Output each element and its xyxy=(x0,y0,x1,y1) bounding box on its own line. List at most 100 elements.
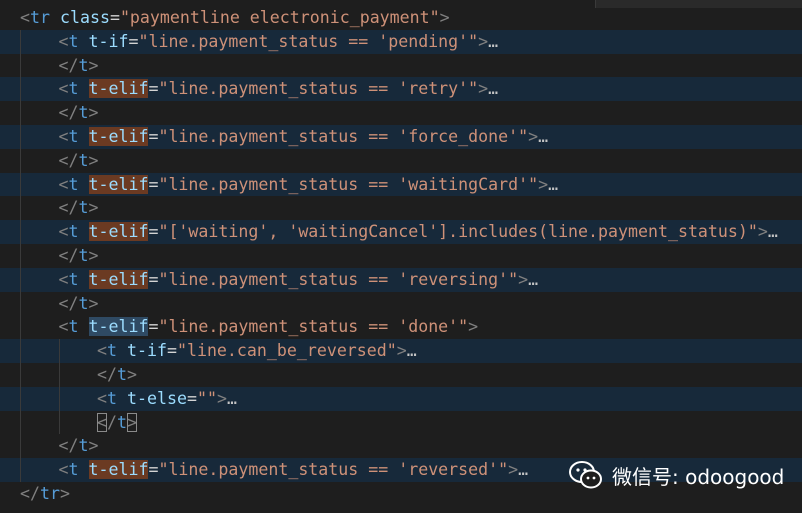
code-token: < xyxy=(20,8,30,27)
code-token: > xyxy=(538,174,549,194)
code-token: </ xyxy=(58,293,79,313)
fold-ellipsis-icon[interactable]: … xyxy=(488,32,498,51)
fold-ellipsis-icon[interactable]: … xyxy=(528,270,538,289)
code-token: < xyxy=(58,222,69,242)
attribute-token: t-elif xyxy=(88,174,149,194)
indent-guide xyxy=(20,434,21,459)
attribute-token: t-else xyxy=(127,388,187,408)
code-token: > xyxy=(439,8,450,27)
code-line[interactable]: </t> xyxy=(0,244,802,268)
code-token: > xyxy=(88,55,99,75)
code-token: > xyxy=(528,127,539,146)
code-token: > xyxy=(518,269,529,289)
code-token: = xyxy=(166,341,177,361)
code-token: = xyxy=(148,317,159,337)
indent-guide xyxy=(20,458,21,482)
string-token: "line.payment_status == 'force_done'" xyxy=(158,127,529,146)
fold-ellipsis-icon[interactable]: … xyxy=(548,175,558,194)
code-token: > xyxy=(508,460,519,480)
code-line[interactable]: <t t-if="line.can_be_reversed">… xyxy=(0,339,802,363)
tag-name-token: t xyxy=(78,55,89,75)
code-token: </ xyxy=(58,198,79,218)
code-line[interactable]: <t t-elif="line.payment_status == 'rever… xyxy=(0,267,802,292)
code-token: > xyxy=(478,31,489,51)
code-token: = xyxy=(148,269,159,289)
fold-ellipsis-icon[interactable]: … xyxy=(488,79,498,98)
code-line[interactable]: <t t-if="line.payment_status == 'pending… xyxy=(0,29,802,54)
code-text: </t> xyxy=(59,244,99,268)
watermark-text: 微信号: odoogood xyxy=(612,464,785,489)
string-token: "line.payment_status == 'retry'" xyxy=(158,79,479,99)
code-text: <t t-elif="line.payment_status == 'retry… xyxy=(58,77,498,101)
string-token: "line.payment_status == 'reversing'" xyxy=(158,269,519,289)
code-line[interactable]: </t> xyxy=(0,196,802,221)
string-token: "['waiting', 'waitingCancel'].includes(l… xyxy=(158,222,758,242)
indent-guide xyxy=(20,363,21,387)
fold-ellipsis-icon[interactable]: … xyxy=(227,389,237,408)
tag-name-token: t xyxy=(68,127,79,146)
code-editor[interactable]: <tr class="paymentline electronic_paymen… xyxy=(0,0,802,513)
code-text: </t> xyxy=(97,411,137,435)
indent-guide xyxy=(20,267,21,292)
fold-ellipsis-icon[interactable]: … xyxy=(538,127,548,146)
code-line[interactable]: </t> xyxy=(0,101,802,125)
code-line[interactable]: </t> xyxy=(0,434,802,459)
fold-ellipsis-icon[interactable]: … xyxy=(768,222,778,241)
code-text: <t t-elif="line.payment_status == 'rever… xyxy=(58,268,538,292)
code-line[interactable]: <tr class="paymentline electronic_paymen… xyxy=(0,6,802,30)
string-token: "line.payment_status == 'done'" xyxy=(158,317,469,337)
indent-guide xyxy=(20,77,21,102)
code-text: </t> xyxy=(59,101,99,125)
indent-guide xyxy=(20,220,21,244)
code-token: = xyxy=(148,174,159,194)
code-token: </ xyxy=(58,55,79,75)
attribute-token: t-elif xyxy=(88,460,149,480)
tag-name-token: t xyxy=(78,103,89,123)
code-token: < xyxy=(97,388,107,408)
code-token: < xyxy=(58,269,69,289)
fold-ellipsis-icon[interactable]: … xyxy=(407,341,417,360)
code-text: <t t-elif="line.payment_status == 'waiti… xyxy=(59,173,558,197)
code-token: = xyxy=(148,127,159,146)
code-text: </t> xyxy=(97,363,137,387)
code-token: / xyxy=(107,412,117,432)
code-token: = xyxy=(148,460,159,480)
string-token: "" xyxy=(196,388,217,408)
code-line[interactable]: </t> xyxy=(0,291,802,316)
code-token: > xyxy=(59,484,70,503)
code-line[interactable]: <t t-elif="['waiting', 'waitingCancel'].… xyxy=(0,220,802,244)
code-line[interactable]: <t t-elif="line.payment_status == 'waiti… xyxy=(0,172,802,197)
tag-name-token: t xyxy=(68,174,79,194)
code-token: < xyxy=(58,79,69,99)
attribute-token: t-elif xyxy=(88,79,149,99)
code-line[interactable]: <t t-elif="line.payment_status == 'done'… xyxy=(0,315,802,340)
code-token: < xyxy=(58,31,69,51)
tag-name-token: t xyxy=(68,31,79,51)
attribute-token: t-if xyxy=(88,31,129,51)
code-token: = xyxy=(109,8,120,27)
tag-name-token: t xyxy=(68,460,79,480)
tag-name-token: t xyxy=(68,269,79,289)
fold-ellipsis-icon[interactable]: … xyxy=(518,460,528,479)
code-token: < xyxy=(58,127,69,146)
code-line[interactable]: </t> xyxy=(0,148,802,173)
code-text: </t> xyxy=(59,149,99,173)
code-line[interactable]: <t t-elif="line.payment_status == 'retry… xyxy=(0,77,802,102)
wechat-icon xyxy=(569,461,602,489)
code-token: > xyxy=(126,365,137,384)
code-line[interactable]: </t> xyxy=(0,410,802,435)
indent-guide xyxy=(20,101,21,125)
code-text: <tr class="paymentline electronic_paymen… xyxy=(20,6,450,30)
code-line[interactable]: </t> xyxy=(0,363,802,387)
code-token: = xyxy=(148,79,159,99)
code-line[interactable]: <t t-else="">… xyxy=(0,386,802,411)
tag-name-token: t xyxy=(117,412,127,432)
tag-name-token: t xyxy=(78,436,89,456)
attribute-token: t-elif xyxy=(88,269,149,289)
code-line[interactable]: <t t-elif="line.payment_status == 'force… xyxy=(0,125,802,149)
code-line[interactable]: </t> xyxy=(0,53,802,78)
